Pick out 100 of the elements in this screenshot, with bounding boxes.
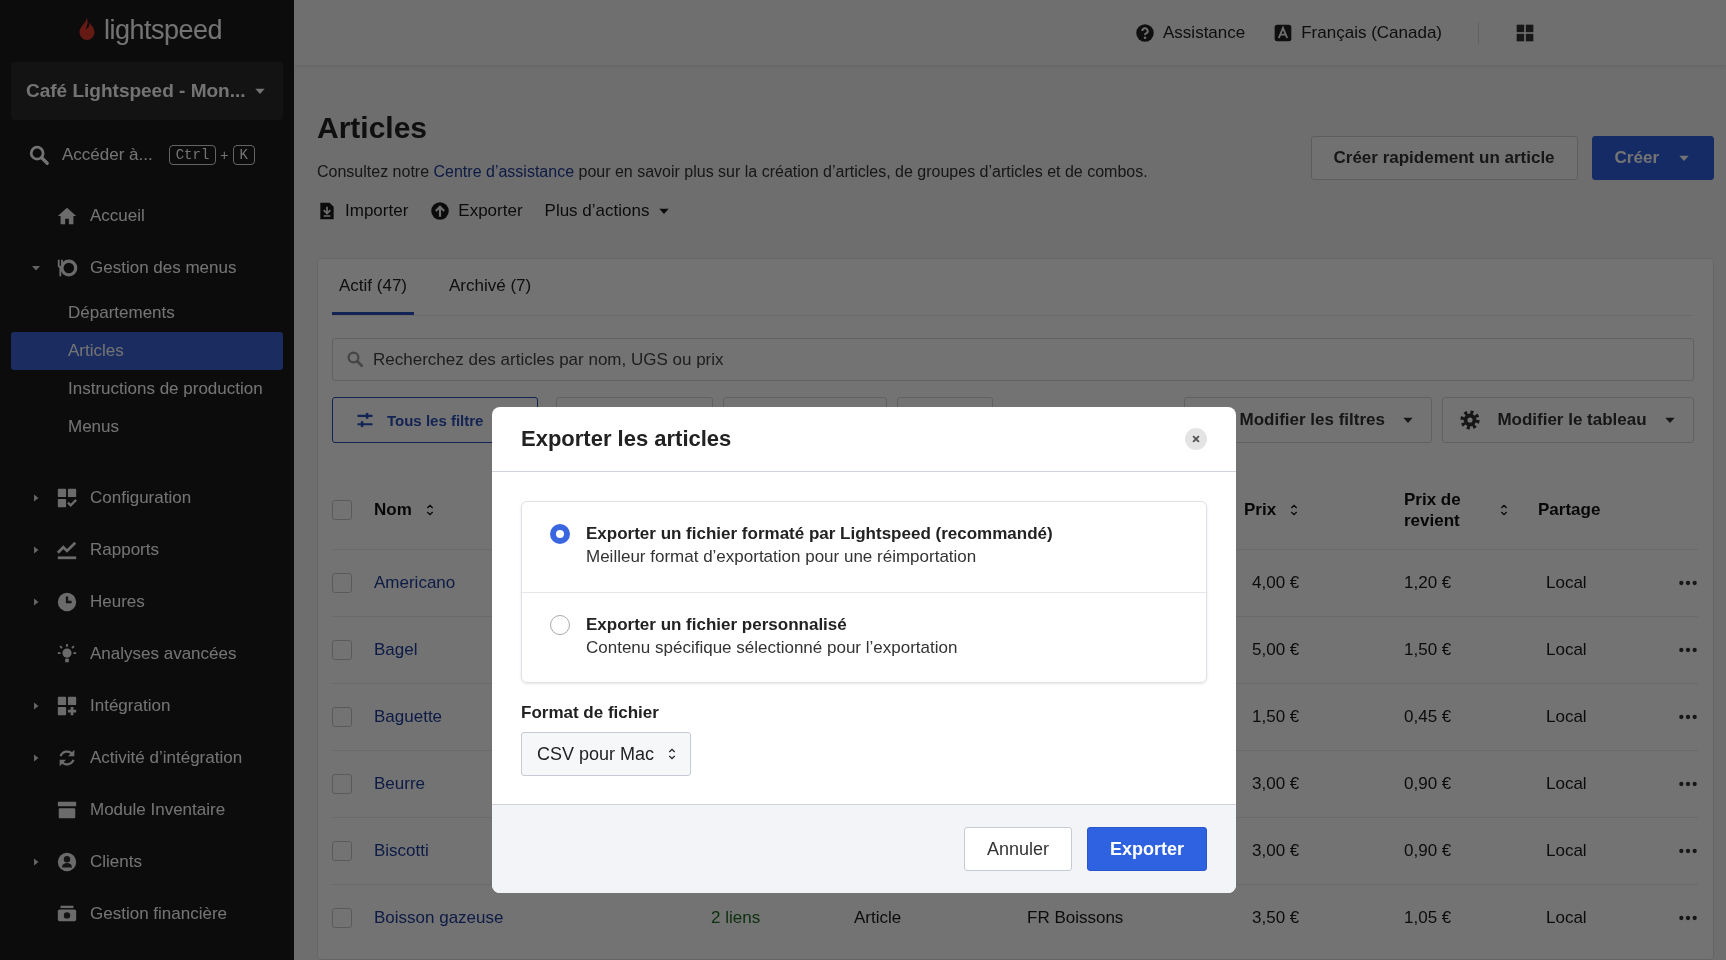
person-icon xyxy=(56,851,78,873)
radio-button[interactable] xyxy=(550,524,570,544)
sidebar-item[interactable]: Configuration xyxy=(0,472,294,524)
column-header[interactable]: Prix de revient xyxy=(1404,489,1512,531)
page-title: Articles xyxy=(317,110,429,146)
cost-cell: 1,05 € xyxy=(1404,908,1452,928)
checkbox[interactable] xyxy=(332,908,352,928)
tab[interactable]: Archivé (7) xyxy=(442,259,539,315)
table-cell: Article xyxy=(854,908,902,928)
option-description: Contenu spécifique sélectionné pour l’exportation xyxy=(586,638,958,658)
action-link[interactable]: Exporter xyxy=(430,201,523,221)
item-name-link[interactable]: Beurre xyxy=(374,774,426,794)
keyboard-key: K xyxy=(232,145,255,165)
search-icon xyxy=(28,144,50,166)
checkbox[interactable] xyxy=(332,640,352,660)
apps-grid-icon[interactable] xyxy=(1515,22,1535,43)
sharing-cell: Local xyxy=(1546,573,1587,593)
home-icon xyxy=(56,205,78,227)
item-name-link[interactable]: Americano xyxy=(374,573,456,593)
sidebar-item[interactable]: Clients xyxy=(0,836,294,888)
search-field[interactable]: Recherchez des articles par nom, UGS ou prix xyxy=(332,338,1694,381)
sidebar-item[interactable]: Activité d’intégration xyxy=(0,732,294,784)
radio-button[interactable] xyxy=(550,615,570,635)
cost-cell: 0,90 € xyxy=(1404,841,1452,861)
field-label: Format de fichier xyxy=(521,703,660,723)
sidebar-item[interactable]: Accueil xyxy=(0,190,294,242)
checkbox[interactable] xyxy=(332,841,352,861)
logo-text: lightspeed xyxy=(103,14,223,46)
sharing-cell: Local xyxy=(1546,640,1587,660)
header-link[interactable]: Français (Canada) xyxy=(1273,22,1442,43)
column-header[interactable]: Nom xyxy=(374,500,438,520)
price-cell: 1,50 € xyxy=(1252,707,1300,727)
price-cell: 3,50 € xyxy=(1252,908,1300,928)
item-name-link[interactable]: Boisson gazeuse xyxy=(374,908,504,928)
links-count-link[interactable]: 2 liens xyxy=(711,908,761,928)
sidebar-item[interactable]: Gestion financière xyxy=(0,888,294,940)
checkbox[interactable] xyxy=(332,707,352,727)
column-header[interactable]: Prix xyxy=(1244,500,1303,520)
plus-text: + xyxy=(220,147,229,163)
lightbulb-icon xyxy=(56,643,78,665)
edit-table-button[interactable]: Modifier le tableau xyxy=(1442,397,1694,443)
language-icon xyxy=(1273,22,1294,43)
search-icon xyxy=(346,350,364,368)
clock-icon xyxy=(56,591,78,613)
grid-check-icon xyxy=(56,487,78,509)
keyboard-key: Ctrl xyxy=(168,145,217,165)
sharing-cell: Local xyxy=(1546,841,1587,861)
sharing-cell: Local xyxy=(1546,908,1587,928)
import-icon xyxy=(317,201,337,221)
table-cell: FR Boissons xyxy=(1027,908,1124,928)
option-description: Meilleur format d’exportation pour une réimportation xyxy=(586,547,978,567)
line-chart-icon xyxy=(56,539,78,561)
store-selector[interactable]: Café Lightspeed - Mon... xyxy=(11,62,283,120)
help-center-link[interactable]: Centre d’assistance xyxy=(433,163,575,180)
sharing-cell: Local xyxy=(1546,707,1587,727)
checkbox[interactable] xyxy=(332,500,352,520)
price-cell: 5,00 € xyxy=(1252,640,1300,660)
sidebar-item[interactable]: Gestion des menus xyxy=(0,242,294,294)
price-cell: 4,00 € xyxy=(1252,573,1300,593)
help-icon xyxy=(1135,22,1155,43)
file-format-select[interactable]: CSV pour Mac xyxy=(521,732,692,776)
plate-icon xyxy=(56,257,78,279)
column-header: Partage xyxy=(1538,500,1601,520)
sidebar-subitem[interactable]: Articles xyxy=(11,332,283,370)
sidebar-item[interactable]: Module Inventaire xyxy=(0,784,294,836)
cancel-button[interactable]: Annuler xyxy=(963,827,1072,871)
sliders-icon xyxy=(355,410,375,430)
sharing-cell: Local xyxy=(1546,774,1587,794)
item-name-link[interactable]: Bagel xyxy=(374,640,418,660)
cost-cell: 1,20 € xyxy=(1404,573,1452,593)
sidebar-subitem[interactable]: Départements xyxy=(11,294,283,332)
item-name-link[interactable]: Biscotti xyxy=(374,841,429,861)
header-link[interactable]: Assistance xyxy=(1135,22,1246,43)
grid-plus-icon xyxy=(56,695,78,717)
settings-icon xyxy=(1459,409,1481,431)
export-button[interactable]: Exporter xyxy=(1086,827,1207,871)
sidebar-item[interactable]: Rapports xyxy=(0,524,294,576)
cost-cell: 1,50 € xyxy=(1404,640,1452,660)
create-button[interactable]: Créer xyxy=(1591,136,1714,180)
sidebar-subitem[interactable]: Menus xyxy=(11,408,283,446)
quick-create-button[interactable]: Créer rapidement un article xyxy=(1310,136,1578,180)
price-cell: 3,00 € xyxy=(1252,774,1300,794)
checkbox[interactable] xyxy=(332,573,352,593)
action-link[interactable]: Importer xyxy=(317,201,409,221)
more-actions-menu[interactable]: Plus d’actions xyxy=(544,201,672,221)
sidebar-item[interactable]: Analyses avancées xyxy=(0,628,294,680)
checkbox[interactable] xyxy=(332,774,352,794)
option-title: Exporter un fichier personnalisé xyxy=(586,615,848,635)
cost-cell: 0,90 € xyxy=(1404,774,1452,794)
description-text: Consultez notre Centre d’assistance pour en savoir plus sur la création d’articles, de groupes d’articles et de combos. xyxy=(317,162,1148,182)
close-button[interactable] xyxy=(1185,428,1207,450)
sidebar-item[interactable]: Heures xyxy=(0,576,294,628)
sidebar-item[interactable]: Intégration xyxy=(0,680,294,732)
sidebar-subitem[interactable]: Instructions de production xyxy=(11,370,283,408)
item-name-link[interactable]: Baguette xyxy=(374,707,443,727)
upload-icon xyxy=(430,201,451,221)
price-cell: 3,00 € xyxy=(1252,841,1300,861)
option-title: Exporter un fichier formaté par Lightspeed (recommandé) xyxy=(586,524,1053,544)
tab[interactable]: Actif (47) xyxy=(332,259,415,315)
quick-access-link[interactable]: Accéder à... xyxy=(62,145,153,165)
